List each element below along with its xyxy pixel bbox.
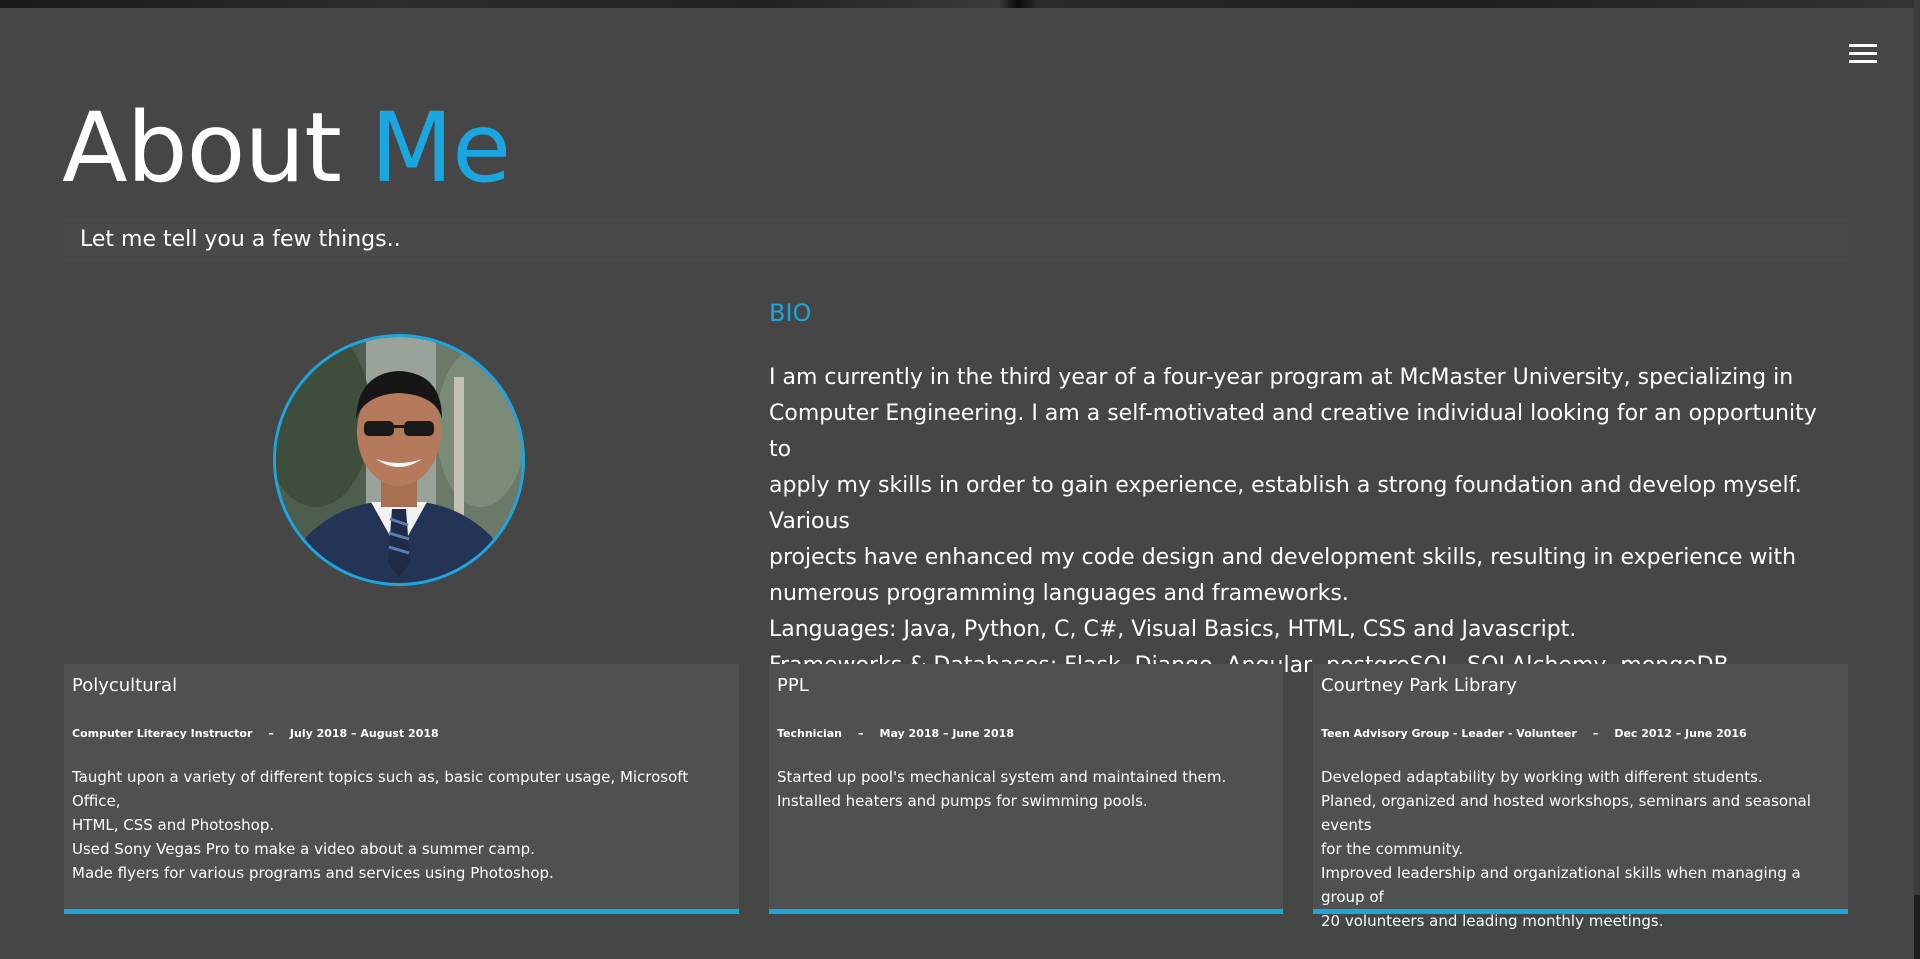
bio-line: apply my skills in order to gain experie…	[769, 473, 1802, 534]
experience-role: Teen Advisory Group - Leader - Volunteer	[1321, 727, 1577, 740]
scrollbar[interactable]	[1914, 0, 1920, 959]
subtitle-bar: Let me tell you a few things..	[64, 218, 1848, 262]
experience-dates: July 2018 – August 2018	[289, 727, 439, 740]
bio-heading: BIO	[769, 299, 812, 327]
scrollbar-thumb[interactable]	[1914, 895, 1920, 959]
experience-card-ppl: PPL Technician – May 2018 – June 2018 Star…	[769, 664, 1283, 914]
experience-description: Started up pool's mechanical system and …	[777, 765, 1275, 813]
top-border-strip	[0, 0, 1920, 8]
experience-separator: –	[858, 727, 864, 740]
menu-bar-top	[1849, 44, 1877, 47]
bio-line: projects have enhanced my code design an…	[769, 545, 1797, 570]
experience-meta: Teen Advisory Group - Leader - Volunteer…	[1321, 726, 1747, 742]
experience-company: Polycultural	[72, 675, 178, 696]
experience-description: Taught upon a variety of different topic…	[72, 765, 731, 885]
experience-line: Taught upon a variety of different topic…	[72, 768, 689, 810]
experience-card-polycultural: Polycultural Computer Literacy Instructo…	[64, 664, 739, 914]
page-title-main: About	[62, 92, 342, 204]
experience-line: Planed, organized and hosted workshops, …	[1321, 792, 1811, 834]
experience-line: 20 volunteers and leading monthly meetin…	[1321, 912, 1664, 930]
bio-text: I am currently in the third year of a fo…	[769, 360, 1829, 684]
bio-line: Computer Engineering. I am a self-motiva…	[769, 401, 1817, 462]
experience-meta: Computer Literacy Instructor – July 2018 –…	[72, 726, 439, 742]
experience-line: Made flyers for various programs and ser…	[72, 864, 554, 882]
menu-bar-bottom	[1849, 60, 1877, 63]
experience-dates: Dec 2012 – June 2016	[1614, 727, 1747, 740]
experience-separator: –	[268, 727, 274, 740]
experience-dates: May 2018 – June 2018	[879, 727, 1014, 740]
experience-description: Developed adaptability by working with d…	[1321, 765, 1840, 933]
experience-meta: Technician – May 2018 – June 2018	[777, 726, 1014, 742]
bio-line: numerous programming languages and frame…	[769, 581, 1349, 606]
profile-photo-image	[276, 337, 522, 583]
experience-line: Developed adaptability by working with d…	[1321, 768, 1763, 786]
experience-line: Started up pool's mechanical system and …	[777, 768, 1227, 786]
profile-photo	[273, 334, 525, 586]
experience-line: Used Sony Vegas Pro to make a video abou…	[72, 840, 535, 858]
page-title-accent: Me	[370, 92, 511, 204]
experience-separator: –	[1592, 727, 1599, 740]
menu-bar-middle	[1849, 52, 1877, 55]
experience-line: for the community.	[1321, 840, 1463, 858]
bio-languages-line: Languages: Java, Python, C, C#, Visual B…	[769, 617, 1577, 642]
experience-line: HTML, CSS and Photoshop.	[72, 816, 275, 834]
experience-card-courtney-park-library: Courtney Park Library Teen Advisory Grou…	[1313, 664, 1848, 930]
experience-role: Technician	[777, 727, 843, 740]
experience-company: Courtney Park Library	[1321, 675, 1517, 696]
experience-company: PPL	[777, 675, 809, 696]
experience-line: Installed heaters and pumps for swimming…	[777, 792, 1148, 810]
experience-line: Improved leadership and organizational s…	[1321, 864, 1801, 906]
hamburger-menu-icon[interactable]	[1849, 44, 1877, 68]
bio-line: I am currently in the third year of a fo…	[769, 365, 1794, 390]
page-subtitle: Let me tell you a few things..	[80, 227, 401, 252]
page-title: About Me	[62, 88, 511, 208]
experience-role: Computer Literacy Instructor	[72, 727, 253, 740]
